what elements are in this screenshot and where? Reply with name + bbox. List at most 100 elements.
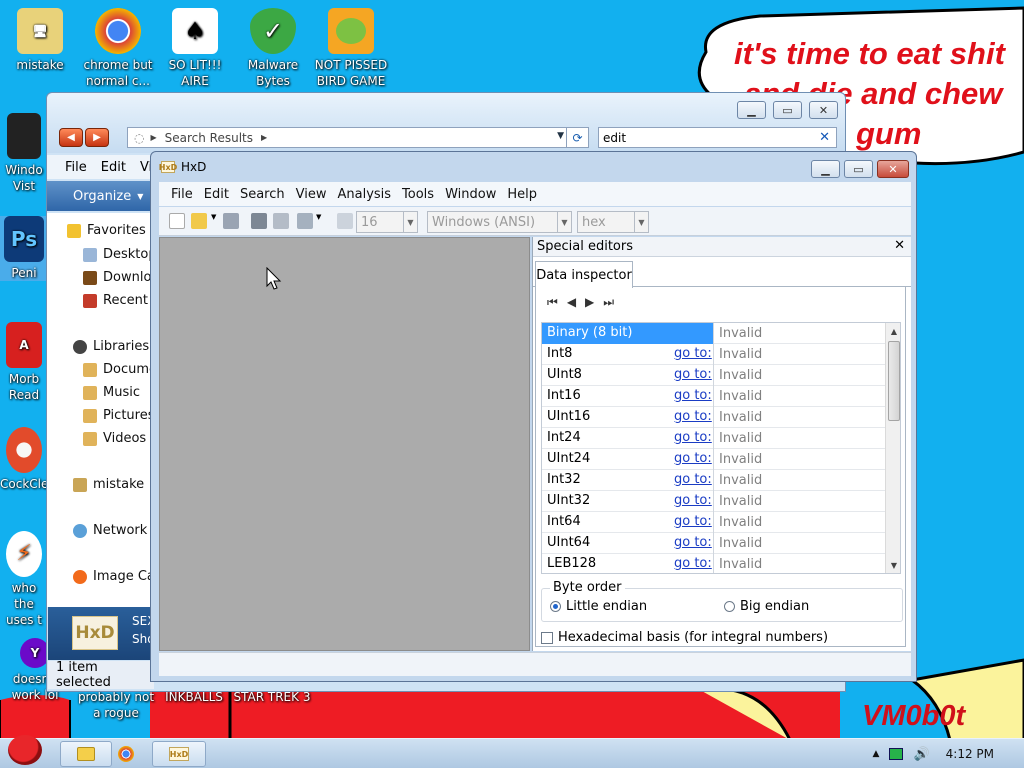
- scroll-up-icon[interactable]: ▲: [886, 323, 900, 339]
- search-field[interactable]: edit ✕: [598, 127, 837, 148]
- taskbar-chrome-button[interactable]: [100, 741, 152, 767]
- save-icon[interactable]: [223, 213, 239, 229]
- nav-videos[interactable]: Videos: [83, 431, 146, 446]
- charset-select[interactable]: Windows (ANSI) ▼: [427, 211, 572, 233]
- new-file-icon[interactable]: [169, 213, 185, 229]
- hxd-menu-edit[interactable]: Edit: [204, 187, 229, 202]
- hxd-menu-tools[interactable]: Tools: [402, 187, 434, 202]
- inspector-value[interactable]: Invalid: [713, 428, 885, 449]
- first-record-icon[interactable]: ⏮: [547, 295, 558, 310]
- back-button[interactable]: ◀: [59, 128, 83, 147]
- nav-network[interactable]: Network: [73, 523, 147, 538]
- taskbar-hxd-button[interactable]: HxD: [152, 741, 206, 767]
- goto-link[interactable]: go to:: [674, 493, 712, 508]
- clock[interactable]: 4:12 PM: [946, 747, 994, 761]
- big-endian-radio[interactable]: Big endian: [724, 599, 809, 614]
- hxd-minimize-button[interactable]: ▁: [811, 160, 840, 178]
- inspector-value[interactable]: Invalid: [713, 533, 885, 554]
- desktop-icon-photoshop[interactable]: Ps Peni: [0, 216, 48, 281]
- bytes-per-row-select[interactable]: 16 ▼: [356, 211, 418, 233]
- goto-link[interactable]: go to:: [674, 556, 712, 571]
- desktop-icon-reader[interactable]: A Morb Read: [0, 322, 48, 403]
- goto-link[interactable]: go to:: [674, 346, 712, 361]
- nav-recent[interactable]: Recent: [83, 293, 148, 308]
- close-panel-icon[interactable]: ✕: [894, 238, 905, 253]
- offset-base-select[interactable]: hex ▼: [577, 211, 649, 233]
- desktop-icon-cleaner[interactable]: CockCle: [0, 427, 48, 492]
- hex-editor-area[interactable]: [159, 237, 530, 651]
- inspector-row[interactable]: UInt32 go to: Invalid: [542, 491, 885, 512]
- desktop-icon-vista[interactable]: Windo Vist: [0, 113, 48, 194]
- inspector-row[interactable]: Int8 go to: Invalid: [542, 344, 885, 365]
- inspector-value[interactable]: Invalid: [713, 491, 885, 512]
- show-hidden-icons[interactable]: ▲: [873, 749, 880, 759]
- explorer-menu-edit[interactable]: Edit: [101, 160, 126, 175]
- hxd-menu-help[interactable]: Help: [507, 187, 537, 202]
- address-dropdown-icon[interactable]: ▼: [557, 131, 564, 141]
- inspector-value[interactable]: Invalid: [713, 323, 885, 344]
- desktop-icon-flash[interactable]: ⚡ who the uses t: [0, 531, 48, 628]
- export-icon[interactable]: [297, 213, 313, 229]
- inspector-value[interactable]: Invalid: [713, 449, 885, 470]
- goto-link[interactable]: go to:: [674, 430, 712, 445]
- volume-icon[interactable]: 🔊: [913, 747, 929, 762]
- nav-music[interactable]: Music: [83, 385, 140, 400]
- close-file-icon[interactable]: [251, 213, 267, 229]
- inspector-value[interactable]: Invalid: [713, 407, 885, 428]
- inspector-row[interactable]: LEB128 go to: Invalid: [542, 554, 885, 573]
- desktop-icon-malwarebytes[interactable]: ✓ Malware Bytes: [233, 8, 313, 89]
- nav-mistake[interactable]: mistake: [73, 477, 144, 492]
- nav-documents[interactable]: Docume: [83, 362, 153, 377]
- inspector-row[interactable]: UInt8 go to: Invalid: [542, 365, 885, 386]
- nav-desktop[interactable]: Desktop: [83, 247, 153, 262]
- forward-button[interactable]: ▶: [85, 128, 109, 147]
- goto-link[interactable]: go to:: [674, 472, 712, 487]
- inspector-row[interactable]: UInt24 go to: Invalid: [542, 449, 885, 470]
- inspector-value[interactable]: Invalid: [713, 344, 885, 365]
- nav-libraries[interactable]: Libraries: [73, 339, 149, 354]
- hex-basis-checkbox[interactable]: Hexadecimal basis (for integral numbers): [541, 630, 828, 645]
- address-bar[interactable]: ◌ ▶ Search Results ▶ ▼ ⟳: [127, 127, 589, 148]
- goto-link[interactable]: go to:: [674, 535, 712, 550]
- inspector-row[interactable]: UInt64 go to: Invalid: [542, 533, 885, 554]
- inspector-value[interactable]: Invalid: [713, 365, 885, 386]
- inspector-row[interactable]: Int32 go to: Invalid: [542, 470, 885, 491]
- goto-link[interactable]: go to:: [674, 409, 712, 424]
- hxd-close-button[interactable]: ✕: [877, 160, 909, 178]
- open-dropdown-icon[interactable]: ▼: [211, 213, 219, 229]
- goto-link[interactable]: go to:: [674, 388, 712, 403]
- desktop-icon-rogue[interactable]: probably not a rogue: [76, 689, 156, 721]
- desktop-icon-chrome[interactable]: chrome but normal c...: [78, 8, 158, 89]
- hxd-menu-search[interactable]: Search: [240, 187, 285, 202]
- inspector-row[interactable]: UInt16 go to: Invalid: [542, 407, 885, 428]
- nav-favorites[interactable]: Favorites: [67, 223, 146, 238]
- nav-pictures[interactable]: Pictures: [83, 408, 153, 423]
- nav-image-capture[interactable]: Image Ca: [73, 569, 153, 584]
- desktop-icon-bird-game[interactable]: NOT PISSED BIRD GAME: [311, 8, 391, 89]
- inspector-value[interactable]: Invalid: [713, 386, 885, 407]
- refresh-icon[interactable]: ⟳: [566, 128, 588, 147]
- hxd-menu-view[interactable]: View: [296, 187, 327, 202]
- last-record-icon[interactable]: ⏭: [603, 295, 614, 310]
- inspector-row[interactable]: Int64 go to: Invalid: [542, 512, 885, 533]
- goto-link[interactable]: go to:: [674, 451, 712, 466]
- network-status-icon[interactable]: [889, 748, 904, 760]
- scroll-thumb[interactable]: [888, 341, 900, 421]
- hxd-menu-window[interactable]: Window: [445, 187, 496, 202]
- clear-search-icon[interactable]: ✕: [819, 130, 830, 145]
- explorer-menu-file[interactable]: File: [65, 160, 87, 175]
- hxd-menu-file[interactable]: File: [171, 187, 193, 202]
- inspector-scrollbar[interactable]: ▲ ▼: [885, 323, 900, 573]
- hxd-maximize-button[interactable]: ▭: [844, 160, 873, 178]
- inspector-value[interactable]: Invalid: [713, 554, 885, 573]
- desktop-icon-solitaire[interactable]: ♠ SO LIT!!! AIRE: [155, 8, 235, 89]
- start-button[interactable]: [2, 731, 48, 768]
- hxd-menu-analysis[interactable]: Analysis: [337, 187, 391, 202]
- open-folder-icon[interactable]: [191, 213, 207, 229]
- tab-data-inspector[interactable]: Data inspector: [535, 261, 633, 288]
- inspector-row[interactable]: Int16 go to: Invalid: [542, 386, 885, 407]
- nav-downloads[interactable]: Downlo: [83, 270, 151, 285]
- next-record-icon[interactable]: ▶: [585, 295, 594, 310]
- inspector-value[interactable]: Invalid: [713, 470, 885, 491]
- explorer-minimize-button[interactable]: ▁: [737, 101, 766, 119]
